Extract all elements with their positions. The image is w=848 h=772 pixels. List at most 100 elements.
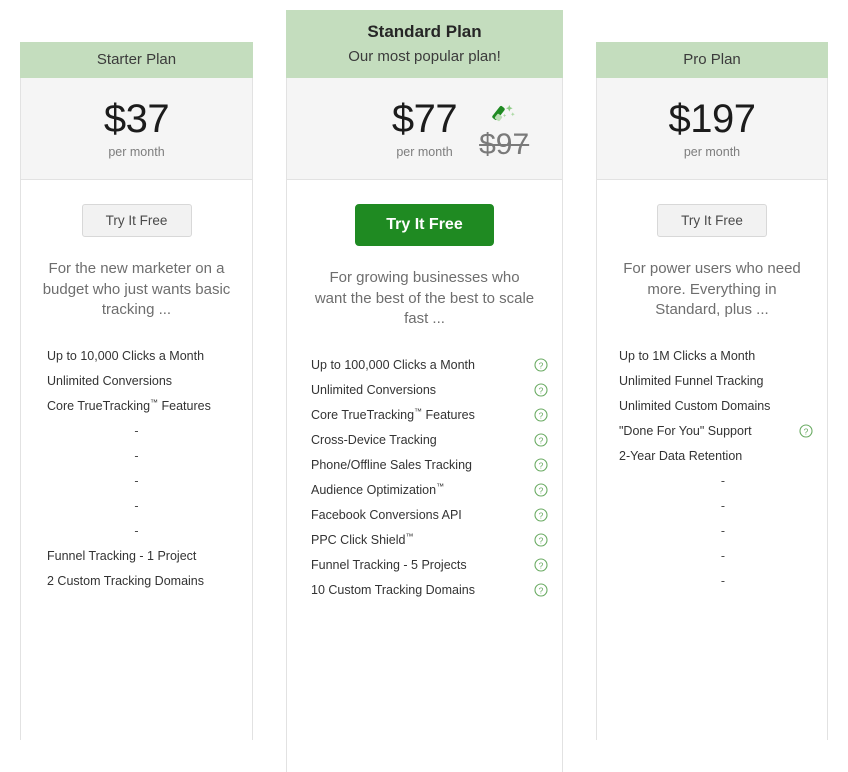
- feature-label: -: [134, 473, 139, 488]
- feature-label: Funnel Tracking - 1 Project: [47, 548, 197, 563]
- help-icon-placeholder: [799, 399, 813, 413]
- feature-label: -: [720, 473, 726, 488]
- price-panel-pro: $197 per month: [596, 78, 828, 180]
- feature-label: 10 Custom Tracking Domains: [311, 582, 475, 597]
- feature-item: 2 Custom Tracking Domains: [21, 568, 252, 593]
- magic-wand-icon: [491, 104, 517, 131]
- feature-label: 2 Custom Tracking Domains: [47, 573, 205, 588]
- plan-card-pro: Pro Plan $197 per month Try It Free For …: [596, 42, 828, 740]
- help-circle-icon[interactable]: ?: [534, 533, 548, 547]
- price-row: $77 per month $97: [392, 98, 529, 160]
- plan-subtitle: Our most popular plan!: [348, 47, 501, 65]
- feature-label: Unlimited Funnel Tracking: [619, 373, 764, 388]
- feature-item: -: [597, 568, 827, 593]
- feature-list-starter: Up to 10,000 Clicks a Month Unlimited Con…: [21, 343, 252, 593]
- feature-item: Unlimited Funnel Tracking: [597, 368, 827, 393]
- help-icon-placeholder: [224, 349, 238, 363]
- feature-label: Up to 10,000 Clicks a Month: [47, 348, 205, 363]
- help-circle-icon[interactable]: ?: [534, 383, 548, 397]
- feature-item: Up to 1M Clicks a Month: [597, 343, 827, 368]
- feature-item: Unlimited Conversions: [21, 368, 252, 393]
- cta-row: Try It Free: [21, 204, 252, 237]
- feature-item: -: [597, 518, 827, 543]
- feature-label: Up to 100,000 Clicks a Month: [311, 357, 475, 372]
- feature-label: -: [134, 448, 139, 463]
- feature-item: 10 Custom Tracking Domains?: [287, 577, 562, 602]
- help-circle-icon[interactable]: ?: [534, 433, 548, 447]
- help-circle-icon[interactable]: ?: [534, 458, 548, 472]
- plan-description: For growing businesses who want the best…: [314, 269, 535, 328]
- svg-text:?: ?: [539, 585, 544, 595]
- pricing-table: Starter Plan $37 per month Try It Free F…: [0, 0, 848, 772]
- feature-item: -: [597, 493, 827, 518]
- try-it-free-button[interactable]: Try It Free: [81, 204, 192, 237]
- feature-list-pro: Up to 1M Clicks a Month Unlimited Funnel …: [597, 343, 827, 593]
- price-amount: $37: [103, 97, 170, 141]
- help-icon-placeholder: [224, 399, 238, 413]
- help-circle-icon[interactable]: ?: [534, 483, 548, 497]
- feature-label: -: [134, 498, 139, 513]
- feature-item: -: [597, 468, 827, 493]
- help-icon-placeholder: [799, 374, 813, 388]
- feature-item: 2-Year Data Retention: [597, 443, 827, 468]
- help-circle-icon[interactable]: ?: [534, 408, 548, 422]
- feature-label: PPC Click Shield™: [311, 531, 414, 548]
- feature-item: Audience Optimization™?: [287, 477, 562, 502]
- svg-text:?: ?: [539, 510, 544, 520]
- feature-label: -: [720, 523, 726, 538]
- help-icon-placeholder: [224, 574, 238, 588]
- feature-list-standard: Up to 100,000 Clicks a Month? Unlimited C…: [287, 352, 562, 602]
- feature-item: Core TrueTracking™ Features?: [287, 402, 562, 427]
- plan-description: For power users who need more. Everythin…: [623, 260, 801, 319]
- feature-item: "Done For You" Support?: [597, 418, 827, 443]
- plan-card-starter: Starter Plan $37 per month Try It Free F…: [20, 42, 253, 740]
- feature-label: -: [720, 498, 726, 513]
- price-amount: $197: [668, 97, 756, 141]
- feature-item: -: [21, 493, 252, 518]
- plan-title: Pro Plan: [683, 51, 741, 68]
- help-circle-icon[interactable]: ?: [534, 583, 548, 597]
- feature-item: -: [21, 518, 252, 543]
- help-circle-icon[interactable]: ?: [534, 508, 548, 522]
- try-it-free-button[interactable]: Try It Free: [355, 204, 494, 246]
- price-period: per month: [396, 145, 453, 159]
- feature-item: Unlimited Custom Domains: [597, 393, 827, 418]
- svg-text:?: ?: [539, 385, 544, 395]
- svg-text:?: ?: [539, 460, 544, 470]
- cta-row: Try It Free: [287, 204, 562, 246]
- feature-item: Up to 10,000 Clicks a Month: [21, 343, 252, 368]
- feature-item: Core TrueTracking™ Features: [21, 393, 252, 418]
- help-circle-icon[interactable]: ?: [799, 424, 813, 438]
- feature-label: Unlimited Conversions: [311, 382, 437, 397]
- price-main: $197 per month: [669, 98, 756, 159]
- feature-label: -: [134, 423, 139, 438]
- try-it-free-button[interactable]: Try It Free: [657, 204, 767, 237]
- feature-item: Facebook Conversions API?: [287, 502, 562, 527]
- help-circle-icon[interactable]: ?: [534, 358, 548, 372]
- price-main: $77 per month: [392, 98, 458, 159]
- old-price: $97: [479, 128, 530, 161]
- svg-text:?: ?: [539, 535, 544, 545]
- feature-label: -: [720, 573, 726, 588]
- help-icon-placeholder: [224, 549, 238, 563]
- feature-item: PPC Click Shield™?: [287, 527, 562, 552]
- help-icon-placeholder: [799, 349, 813, 363]
- plan-body-standard: Try It Free For growing businesses who w…: [286, 180, 563, 772]
- plan-body-starter: Try It Free For the new marketer on a bu…: [20, 180, 253, 740]
- feature-item: Funnel Tracking - 5 Projects?: [287, 552, 562, 577]
- feature-label: 2-Year Data Retention: [619, 448, 743, 463]
- plan-header-starter: Starter Plan: [20, 42, 253, 78]
- help-circle-icon[interactable]: ?: [534, 558, 548, 572]
- plan-header-standard: Standard Plan Our most popular plan!: [286, 10, 563, 78]
- feature-item: Up to 100,000 Clicks a Month?: [287, 352, 562, 377]
- feature-item: -: [21, 443, 252, 468]
- feature-label: -: [134, 523, 139, 538]
- plan-title: Starter Plan: [96, 51, 177, 68]
- price-period: per month: [683, 145, 741, 159]
- feature-label: Audience Optimization™: [311, 481, 445, 498]
- plan-body-pro: Try It Free For power users who need mor…: [596, 180, 828, 740]
- feature-label: Funnel Tracking - 5 Projects: [311, 557, 467, 572]
- feature-item: -: [21, 468, 252, 493]
- plan-card-standard: Standard Plan Our most popular plan! $77…: [286, 10, 563, 772]
- plan-header-pro: Pro Plan: [596, 42, 828, 78]
